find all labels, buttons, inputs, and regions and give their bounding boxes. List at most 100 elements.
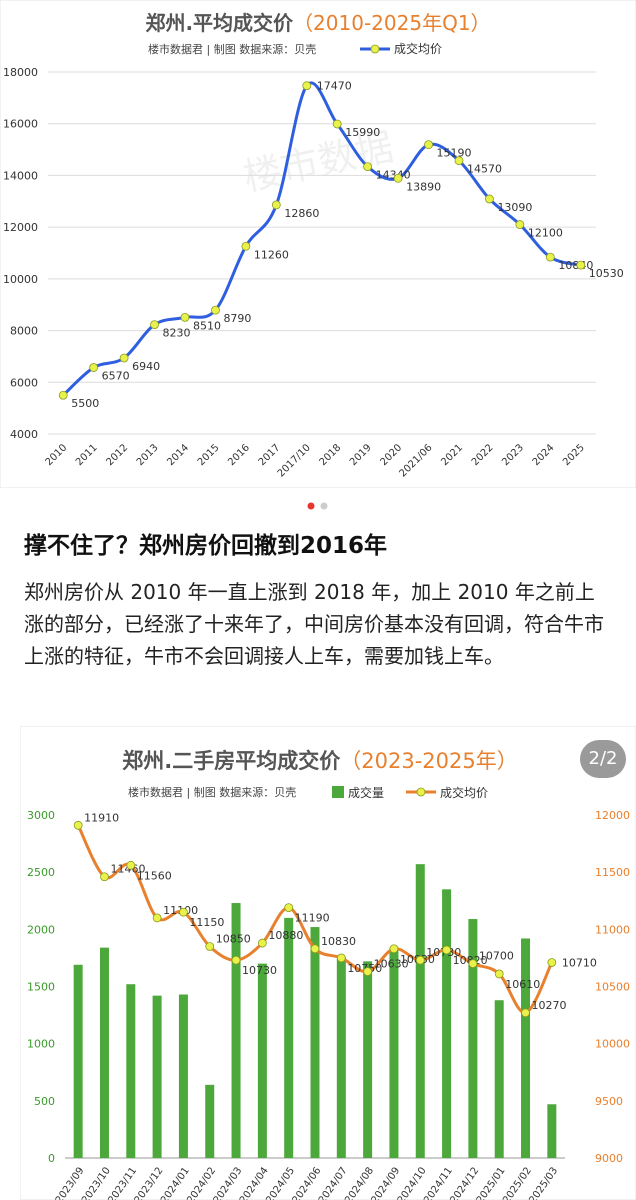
legend-label: 成交量 (348, 785, 384, 800)
data-label: 17470 (317, 80, 352, 93)
data-point (454, 156, 464, 166)
y-tick-label: 6000 (10, 376, 38, 389)
data-point (89, 363, 99, 372)
data-point (336, 953, 346, 963)
right-y-tick-label: 12000 (595, 809, 630, 822)
left-y-tick-label: 500 (34, 1095, 55, 1108)
article-title: 撑不住了？郑州房价回撤到2016年 (24, 533, 388, 559)
data-point (363, 162, 373, 172)
data-label: 11560 (137, 869, 172, 882)
data-point (241, 241, 251, 251)
legend-marker-swatch (416, 787, 426, 797)
data-point (126, 860, 136, 870)
data-point (73, 820, 83, 830)
data-label: 6570 (102, 370, 130, 383)
data-label: 10610 (505, 978, 540, 991)
second-hand-price-combo-chart: 郑州.二手房平均成交价（2023-2025年） 楼市数据君 | 制图 数据来源：贝… (20, 726, 636, 1200)
data-label: 11150 (189, 916, 224, 929)
data-label: 11260 (254, 248, 289, 261)
data-point (211, 305, 220, 315)
data-point (180, 312, 190, 322)
data-point (310, 944, 320, 954)
volume-bar (73, 964, 83, 1158)
volume-bar (257, 963, 267, 1158)
left-y-tick-label: 1000 (27, 1038, 55, 1051)
carousel-dot (320, 502, 328, 510)
data-label: 11190 (295, 912, 330, 925)
data-point (332, 119, 342, 129)
page-indicator-badge[interactable]: 2/2 (580, 740, 626, 778)
volume-bar (415, 864, 425, 1158)
data-point (231, 955, 241, 965)
y-tick-label: 10000 (3, 273, 38, 286)
data-label: 10270 (532, 999, 567, 1012)
data-point (424, 140, 433, 150)
data-label: 10850 (216, 932, 251, 945)
volume-bar (205, 1084, 215, 1158)
right-y-tick-label: 9000 (595, 1152, 623, 1165)
data-label: 5500 (71, 397, 99, 410)
data-point (150, 320, 159, 330)
data-label: 12860 (284, 207, 319, 220)
right-y-tick-label: 10000 (595, 1038, 630, 1051)
right-y-tick-label: 11500 (595, 866, 630, 879)
left-y-tick-label: 2500 (27, 866, 55, 879)
data-point (415, 955, 425, 965)
volume-bar (389, 947, 399, 1158)
data-point (547, 958, 557, 967)
data-point (58, 390, 68, 400)
data-point (485, 194, 494, 204)
data-label: 8230 (163, 327, 191, 340)
data-label: 10530 (589, 267, 624, 280)
data-label: 14570 (467, 163, 502, 176)
volume-bar (363, 961, 373, 1158)
volume-bar (521, 938, 531, 1158)
data-point (545, 252, 555, 262)
chart-title: 郑州.平均成交价（2010-2025年Q1） (145, 11, 490, 35)
data-point (119, 353, 129, 363)
data-point (205, 942, 215, 951)
legend-label: 成交均价 (440, 785, 488, 800)
y-tick-label: 14000 (3, 169, 38, 182)
carousel-dots[interactable] (0, 496, 636, 516)
chart-subtitle: 楼市数据君 | 制图 数据来源：贝壳 (148, 42, 316, 56)
data-label: 15990 (345, 126, 380, 139)
y-tick-label: 12000 (3, 221, 38, 234)
data-point (100, 872, 109, 882)
data-point (389, 944, 399, 954)
article-body: 郑州房价从 2010 年一直上涨到 2018 年，加上 2010 年之前上涨的部… (24, 580, 604, 668)
legend-bar-swatch (332, 786, 344, 798)
data-label: 10830 (321, 935, 356, 948)
data-point (515, 220, 525, 229)
volume-bar (152, 995, 162, 1158)
left-y-tick-label: 1500 (27, 981, 55, 994)
data-label: 10710 (562, 956, 597, 969)
y-tick-label: 8000 (10, 325, 38, 338)
data-point (257, 938, 267, 948)
data-label: 15190 (437, 147, 472, 160)
data-point (576, 260, 586, 270)
chart-title: 郑州.二手房平均成交价（2023-2025年） (122, 749, 517, 773)
left-y-tick-label: 2000 (27, 923, 55, 936)
right-y-tick-label: 9500 (595, 1095, 623, 1108)
legend-marker-swatch (370, 44, 380, 54)
data-label: 12100 (528, 227, 563, 240)
y-tick-label: 18000 (3, 66, 38, 79)
data-point (468, 959, 478, 969)
data-point (179, 907, 188, 917)
data-point (152, 913, 162, 923)
y-tick-label: 4000 (10, 428, 38, 441)
volume-bar (99, 947, 109, 1158)
volume-bar (336, 956, 346, 1158)
data-point (302, 81, 312, 91)
chart-subtitle: 楼市数据君 | 制图 数据来源：贝壳 (128, 785, 296, 799)
data-label: 10880 (268, 929, 303, 942)
data-point (271, 200, 281, 210)
volume-bar (547, 1104, 557, 1158)
data-point (393, 173, 403, 183)
left-y-tick-label: 3000 (27, 809, 55, 822)
volume-bar (178, 994, 188, 1158)
data-label: 13890 (406, 180, 441, 193)
volume-bar (310, 927, 320, 1158)
data-point (521, 1008, 530, 1018)
